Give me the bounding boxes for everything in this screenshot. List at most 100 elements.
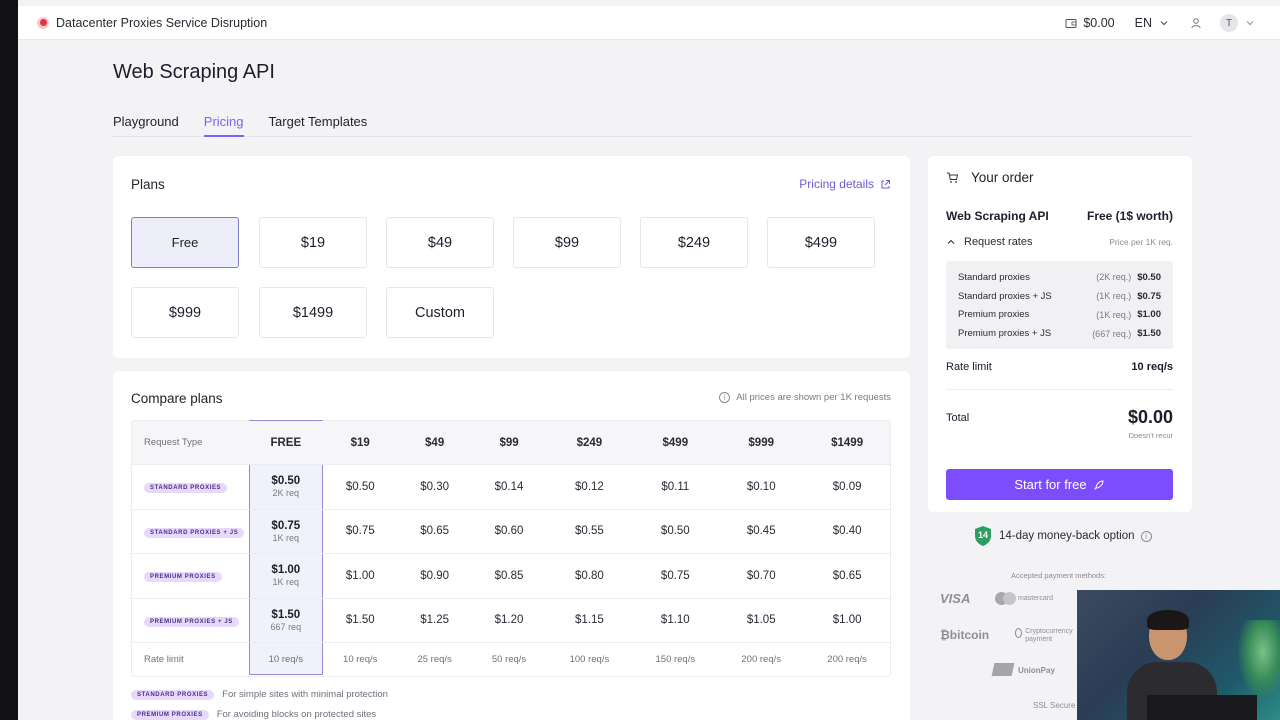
table-header-row: Request Type FREE $19 $49 $99 $249 $499 …	[132, 421, 890, 465]
rate-req: (667 req.)	[1092, 328, 1132, 339]
price-cell: $0.50	[660, 525, 690, 538]
start-for-free-button[interactable]: Start for free	[946, 469, 1173, 500]
request-rates-label: Request rates	[964, 236, 1033, 248]
price-cell: $1.20	[494, 614, 524, 627]
rate-req: (1K req.)	[1096, 291, 1132, 302]
rate-row: Standard proxies (2K req.) $0.50	[958, 268, 1161, 287]
left-screen-edge	[0, 0, 18, 720]
rocket-icon	[1093, 479, 1104, 490]
header-request-type: Request Type	[144, 437, 203, 448]
price-cell: $0.10	[746, 480, 776, 493]
top-right-controls: $0.00 EN T	[1065, 6, 1256, 40]
chevron-down-icon[interactable]	[1158, 17, 1170, 29]
avatar[interactable]: T	[1220, 14, 1238, 32]
rate-limit-line: Rate limit 10 req/s	[946, 361, 1173, 373]
compare-plans-card: Compare plans i All prices are shown per…	[113, 371, 910, 720]
price-cell: $1.50	[345, 614, 375, 627]
header-499: $499	[662, 436, 689, 449]
header-999: $999	[748, 436, 774, 449]
price-cell: $0.09	[832, 480, 862, 493]
mastercard-logo-ring	[1003, 592, 1016, 605]
plan-499[interactable]: $499	[767, 217, 875, 268]
request-type-cell: STANDARD PROXIES	[132, 480, 249, 494]
request-rates-line: Request rates Price per 1K req.	[946, 236, 1173, 248]
tab-pricing[interactable]: Pricing	[203, 112, 244, 137]
plan-99[interactable]: $99	[513, 217, 621, 268]
price-per-label: Price per 1K req.	[1109, 237, 1173, 247]
type-pill: PREMIUM PROXIES	[144, 572, 222, 583]
free-price: $1.50	[271, 608, 301, 621]
price-cell: $0.75	[660, 569, 690, 582]
tab-bar: Playground Pricing Target Templates	[113, 112, 1193, 137]
alert-banner-text[interactable]: Datacenter Proxies Service Disruption	[56, 16, 267, 30]
plans-title: Plans	[131, 177, 165, 192]
plans-card: Plans Pricing details Free $19 $49 $99 $…	[113, 156, 910, 358]
unionpay-icon	[991, 663, 1015, 676]
rate-price: $1.00	[1137, 309, 1161, 321]
crypto-icon	[1015, 628, 1023, 638]
table-row: PREMIUM PROXIES + JS $1.50 667 req $1.50 …	[132, 599, 890, 643]
payment-methods-label: Accepted payment methods:	[1011, 571, 1107, 580]
plant-image	[1237, 620, 1280, 700]
plan-1499[interactable]: $1499	[259, 287, 367, 338]
total-label: Total	[946, 412, 970, 424]
request-type-cell: STANDARD PROXIES + JS	[132, 525, 249, 538]
price-cell: $0.11	[661, 480, 690, 493]
external-link-icon	[881, 179, 890, 188]
order-header: Your order	[946, 170, 1034, 185]
price-cell: $1.10	[660, 614, 690, 627]
price-cell: $0.40	[832, 525, 862, 538]
plan-49[interactable]: $49	[386, 217, 494, 268]
top-bar: Datacenter Proxies Service Disruption $0…	[18, 6, 1280, 40]
price-cell: $0.90	[420, 569, 450, 582]
webcam-overlay	[1077, 590, 1280, 720]
order-product-price: Free (1$ worth)	[1086, 209, 1173, 223]
plan-999[interactable]: $999	[131, 287, 239, 338]
price-cell: $0.60	[494, 525, 524, 538]
rate-name: Premium proxies	[958, 309, 1030, 321]
request-type-cell: PREMIUM PROXIES + JS	[132, 614, 249, 627]
start-button-label: Start for free	[1014, 477, 1087, 492]
free-price: $1.00	[271, 564, 301, 577]
header-99: $99	[499, 436, 519, 449]
tab-playground[interactable]: Playground	[113, 112, 179, 137]
presenter-hair	[1147, 610, 1189, 630]
rate-limit-row: Rate limit 10 req/s 10 req/s 25 req/s 50…	[132, 643, 890, 676]
legend-item: STANDARD PROXIES For simple sites with m…	[131, 689, 388, 700]
price-cell: $1.25	[420, 614, 450, 627]
pricing-details-link[interactable]: Pricing details	[799, 177, 891, 191]
money-back-text: 14-day money-back option	[999, 530, 1135, 542]
info-icon: i	[719, 392, 731, 403]
request-rates-toggle[interactable]: Request rates	[946, 236, 1032, 248]
avatar-chevron-down-icon[interactable]	[1244, 17, 1256, 29]
rate-limit-cell: 100 req/s	[569, 654, 610, 665]
order-product: Web Scraping API	[946, 209, 1049, 223]
free-price-cell: $0.50 2K req	[249, 475, 323, 498]
plan-custom[interactable]: Custom	[386, 287, 494, 338]
alert-icon	[37, 16, 49, 29]
rate-row: Premium proxies + JS (667 req.) $1.50	[958, 324, 1161, 343]
wallet-icon	[1065, 19, 1077, 28]
free-req: 1K req	[272, 532, 300, 543]
rate-limit-cell: 25 req/s	[417, 654, 452, 665]
money-back-days: 14	[977, 530, 988, 540]
legend-text: For avoiding blocks on protected sites	[216, 709, 377, 720]
plan-19[interactable]: $19	[259, 217, 367, 268]
free-price-cell: $1.00 1K req	[249, 564, 323, 587]
rate-limit-cell: 200 req/s	[741, 654, 782, 665]
language-selector[interactable]: EN	[1135, 16, 1152, 30]
header-1499: $1499	[831, 436, 864, 449]
plan-249[interactable]: $249	[640, 217, 748, 268]
bitcoin-text: bitcoin	[949, 628, 990, 642]
plan-free[interactable]: Free	[131, 217, 239, 268]
tab-target-templates[interactable]: Target Templates	[269, 112, 368, 137]
free-price: $0.50	[271, 475, 301, 488]
free-price: $0.75	[271, 519, 301, 532]
legend-item: PREMIUM PROXIES For avoiding blocks on p…	[131, 709, 376, 720]
money-back-info-icon[interactable]: i	[1140, 530, 1152, 542]
compare-table: Request Type FREE $19 $49 $99 $249 $499 …	[131, 420, 891, 677]
visa-logo: VISA	[940, 591, 971, 606]
user-icon[interactable]	[1190, 17, 1202, 29]
balance[interactable]: $0.00	[1083, 16, 1114, 30]
order-rate-limit-label: Rate limit	[946, 361, 992, 373]
